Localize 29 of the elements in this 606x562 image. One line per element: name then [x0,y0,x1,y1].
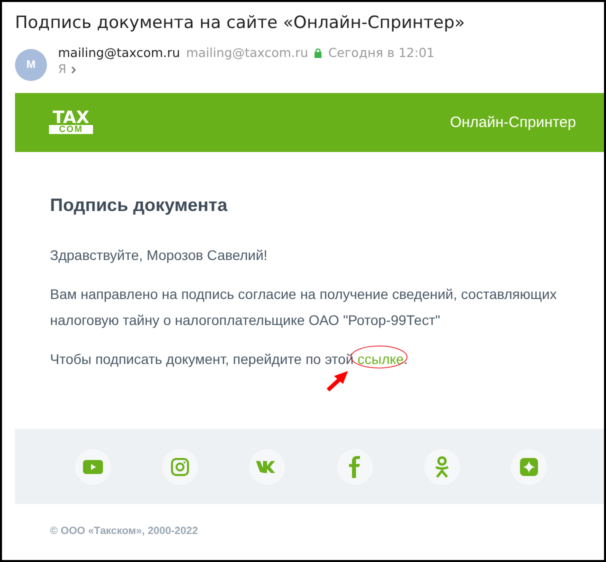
f-letter-icon [349,456,360,478]
social-link[interactable] [424,448,460,484]
logo-text: TAX [52,111,90,125]
service-name: Онлайн-Спринтер [450,114,576,131]
sent-time: Сегодня в 12:01 [328,44,434,61]
pointer-arrow [326,370,350,392]
email-subject: Подпись документа на сайте «Онлайн-Спринтер» [15,13,466,33]
sender-avatar: M [15,49,47,81]
social-link[interactable] [249,448,286,484]
recipient: Я [58,61,66,78]
link-intro: Чтобы подписать документ, перейдите по этой [50,351,354,367]
social-link[interactable] [336,448,373,484]
social-link[interactable] [162,448,198,484]
sparkle-icon [520,458,538,476]
sender-address: mailing@taxcom.ru [186,44,308,61]
period: . [404,351,408,367]
social-link[interactable] [510,448,547,484]
greeting: Здравствуйте, Морозов Савелий! [50,246,268,265]
chevron-icon[interactable] [71,66,76,74]
social-link[interactable] [75,448,111,484]
logo-text: COM [49,125,93,134]
camera-icon [171,458,190,476]
copyright: © ООО «Такском», 2000-2022 [50,525,199,537]
message-paragraph: Вам направлено на подпись согласие на получение сведений, составляющих налоговую тайну о налогоплательщике ОАО "Ротор-99Тест" [50,285,558,330]
figure-icon [434,456,449,478]
sender-name[interactable]: mailing@taxcom.ru [58,44,180,61]
message-heading: Подпись документа [50,195,228,216]
play-icon [83,460,103,474]
lock-icon [314,48,322,58]
